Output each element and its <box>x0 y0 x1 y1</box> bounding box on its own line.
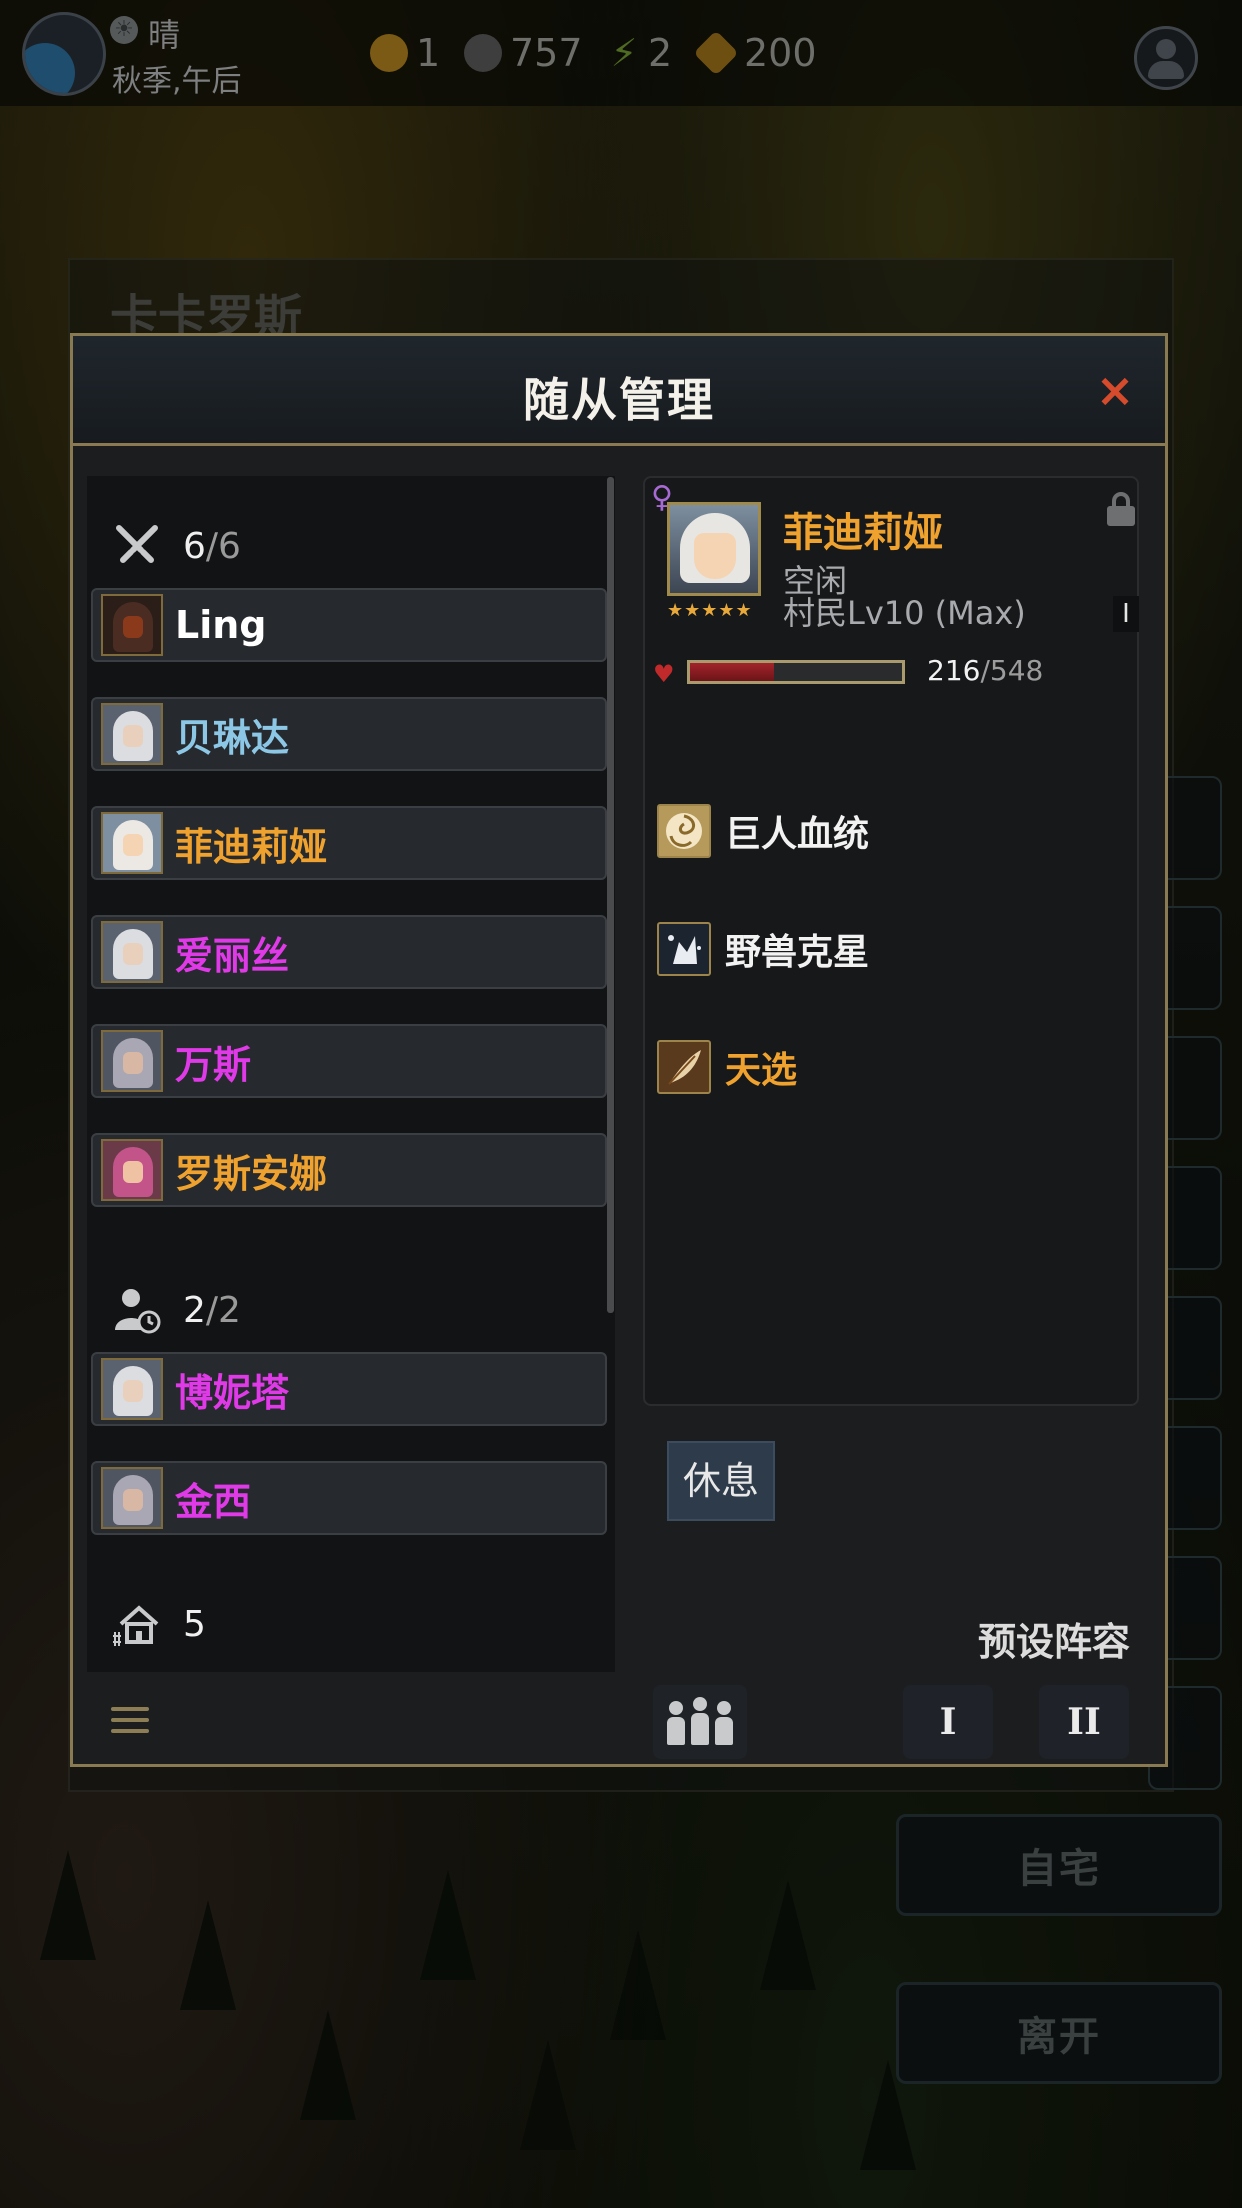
follower-portrait <box>101 1358 163 1420</box>
follower-portrait <box>101 921 163 983</box>
follower-name: 菲迪莉娅 <box>175 824 328 869</box>
follower-row-alice[interactable]: 爱丽丝 <box>91 915 607 989</box>
follower-detail-card: ♀ ★★★★★ 菲迪莉娅 空闲 村民Lv10 (Max) I ♥ 216/548… <box>643 476 1139 1406</box>
trait-name: 巨人血统 <box>725 814 870 855</box>
trait-beast-bane[interactable]: 野兽克星 <box>657 920 1097 978</box>
dialog-header: 随从管理 × <box>73 336 1165 446</box>
dialog-bottom-bar: I II <box>73 1679 1165 1764</box>
leave-button[interactable]: 离开 <box>896 1982 1222 2084</box>
housing-count: 5 <box>183 1603 206 1645</box>
follower-name: 万斯 <box>175 1042 252 1087</box>
user-profile-button[interactable] <box>1134 26 1198 90</box>
follower-portrait <box>101 703 163 765</box>
person-clock-icon <box>115 1289 161 1334</box>
weather-label: 晴 <box>148 16 181 54</box>
follower-name: Ling <box>175 603 267 647</box>
health-bar-fill <box>690 663 774 681</box>
lock-icon[interactable] <box>1107 492 1135 526</box>
follower-name: 贝琳达 <box>175 715 290 760</box>
follower-row-kinsey[interactable]: 金西 <box>91 1461 607 1535</box>
hero-name: 菲迪莉娅 <box>783 510 943 556</box>
follower-list-panel[interactable]: 6/6 Ling 贝琳达 菲迪莉娅 爱丽丝 万斯 罗斯安娜 2/2 博妮塔 金西… <box>87 476 615 1672</box>
follower-name: 金西 <box>175 1479 252 1524</box>
energy-resource: ⚡ 2 <box>606 30 673 76</box>
house-icon <box>113 1605 159 1646</box>
tier-badge: I <box>1113 596 1139 632</box>
season-dial-icon[interactable] <box>22 12 106 96</box>
follower-name: 爱丽丝 <box>175 933 290 978</box>
rune-stone-icon <box>693 30 739 76</box>
follower-portrait <box>101 812 163 874</box>
menu-icon[interactable] <box>111 1707 149 1737</box>
combat-group-header: 6/6 <box>87 516 607 576</box>
energy-bolt-icon: ⚡ <box>610 31 638 75</box>
follower-row-bonita[interactable]: 博妮塔 <box>91 1352 607 1426</box>
preset-1-button[interactable]: I <box>903 1685 993 1759</box>
beast-bane-icon <box>657 922 711 976</box>
silver-coin-icon <box>464 34 502 72</box>
combat-count: 6/6 <box>183 525 241 567</box>
health-text: 216/548 <box>927 654 1044 687</box>
follower-row-rosanna[interactable]: 罗斯安娜 <box>91 1133 607 1207</box>
sun-weather-icon: ☀ <box>110 16 138 44</box>
user-icon <box>1156 39 1176 59</box>
trait-name: 野兽克星 <box>725 932 870 973</box>
top-status-bar: ☀ 晴 秋季,午后 1 757 ⚡ 2 200 <box>0 0 1242 106</box>
gold-coin-icon <box>370 34 408 72</box>
hero-portrait <box>667 502 761 596</box>
follower-portrait <box>101 1467 163 1529</box>
silver-resource: 757 <box>464 30 583 76</box>
rune-resource: 200 <box>693 30 817 76</box>
follower-row-ling[interactable]: Ling <box>91 588 607 662</box>
follower-row-vance[interactable]: 万斯 <box>91 1024 607 1098</box>
team-formation-button[interactable] <box>653 1685 747 1759</box>
follower-row-fidelia[interactable]: 菲迪莉娅 <box>91 806 607 880</box>
list-scrollbar[interactable] <box>607 477 614 1313</box>
housing-group-header: 5 <box>87 1594 607 1654</box>
heart-icon: ♥ <box>653 660 675 688</box>
home-button[interactable]: 自宅 <box>896 1814 1222 1916</box>
gold-resource: 1 <box>370 30 440 76</box>
follower-portrait <box>101 1139 163 1201</box>
close-button[interactable]: × <box>1093 367 1137 413</box>
trait-name: 天选 <box>725 1050 798 1091</box>
hero-class-level: 村民Lv10 (Max) <box>783 594 1026 632</box>
reserve-count: 2/2 <box>183 1289 241 1331</box>
follower-row-belinda[interactable]: 贝琳达 <box>91 697 607 771</box>
rarity-stars: ★★★★★ <box>667 600 753 621</box>
reserve-group-header: 2/2 <box>87 1280 607 1340</box>
trait-giant-bloodline[interactable]: 巨人血统 <box>657 802 1097 860</box>
chosen-feather-icon <box>657 1040 711 1094</box>
health-bar <box>687 660 905 684</box>
follower-name: 罗斯安娜 <box>175 1151 328 1196</box>
rest-button[interactable]: 休息 <box>667 1441 775 1521</box>
follower-portrait <box>101 594 163 656</box>
preset-2-button[interactable]: II <box>1039 1685 1129 1759</box>
follower-management-dialog: 随从管理 × 6/6 Ling 贝琳达 菲迪莉娅 爱丽丝 万斯 罗斯安娜 2/2… <box>70 333 1168 1767</box>
giant-bloodline-icon <box>657 804 711 858</box>
follower-name: 博妮塔 <box>175 1370 290 1415</box>
crossed-swords-icon <box>116 525 158 563</box>
trait-chosen[interactable]: 天选 <box>657 1038 1097 1096</box>
season-label: 秋季,午后 <box>112 64 242 99</box>
dialog-title: 随从管理 <box>523 373 715 427</box>
preset-lineup-label: 预设阵容 <box>978 1620 1131 1664</box>
follower-portrait <box>101 1030 163 1092</box>
